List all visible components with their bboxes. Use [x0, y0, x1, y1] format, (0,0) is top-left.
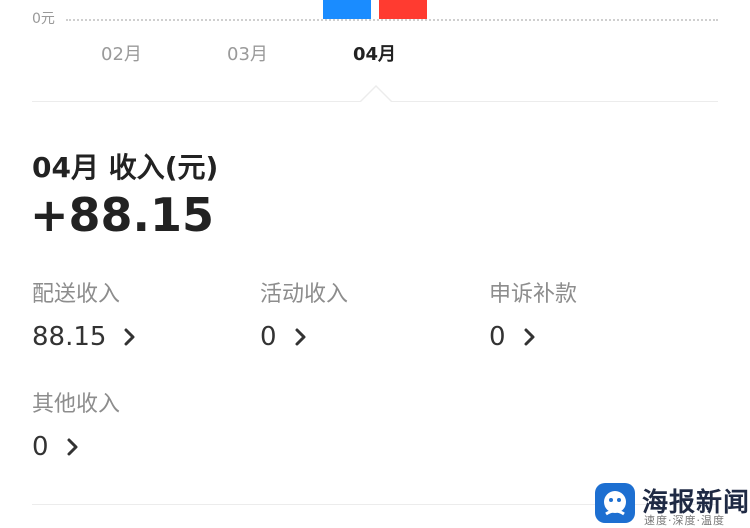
chevron-right-icon — [295, 328, 306, 346]
bar-red[interactable] — [379, 0, 427, 19]
watermark-slogan: 速度·深度·温度 — [644, 514, 725, 527]
month-tab-04-selected[interactable]: 04月 — [353, 40, 396, 66]
news-logo-icon — [595, 483, 635, 523]
income-title: 04月 收入(元) — [32, 151, 219, 184]
appeal-compensation-item[interactable]: 申诉补款 0 — [489, 280, 577, 354]
chevron-right-icon — [524, 328, 535, 346]
activity-income-value: 0 — [260, 322, 277, 352]
delivery-income-value: 88.15 — [32, 322, 107, 352]
activity-income-item[interactable]: 活动收入 0 — [260, 280, 348, 354]
selected-month-caret-fill — [361, 87, 391, 102]
bar-blue[interactable] — [323, 0, 371, 19]
delivery-income-label: 配送收入 — [32, 282, 121, 307]
delivery-income-item[interactable]: 配送收入 88.15 — [32, 280, 138, 354]
news-watermark: 海报新闻 速度·深度·温度 — [594, 482, 750, 528]
other-income-value: 0 — [32, 432, 49, 462]
appeal-compensation-label: 申诉补款 — [489, 282, 578, 307]
y-axis-zero-label: 0元 — [32, 11, 55, 27]
other-income-label: 其他收入 — [32, 392, 121, 417]
chevron-right-icon — [67, 438, 78, 456]
month-tab-02[interactable]: 02月 — [101, 40, 142, 66]
appeal-compensation-value: 0 — [489, 322, 506, 352]
month-tab-03[interactable]: 03月 — [227, 40, 268, 66]
other-income-item[interactable]: 其他收入 0 — [32, 390, 120, 464]
chart-baseline — [66, 19, 718, 21]
income-total: +88.15 — [30, 188, 215, 242]
chevron-right-icon — [124, 328, 135, 346]
activity-income-label: 活动收入 — [260, 282, 349, 307]
